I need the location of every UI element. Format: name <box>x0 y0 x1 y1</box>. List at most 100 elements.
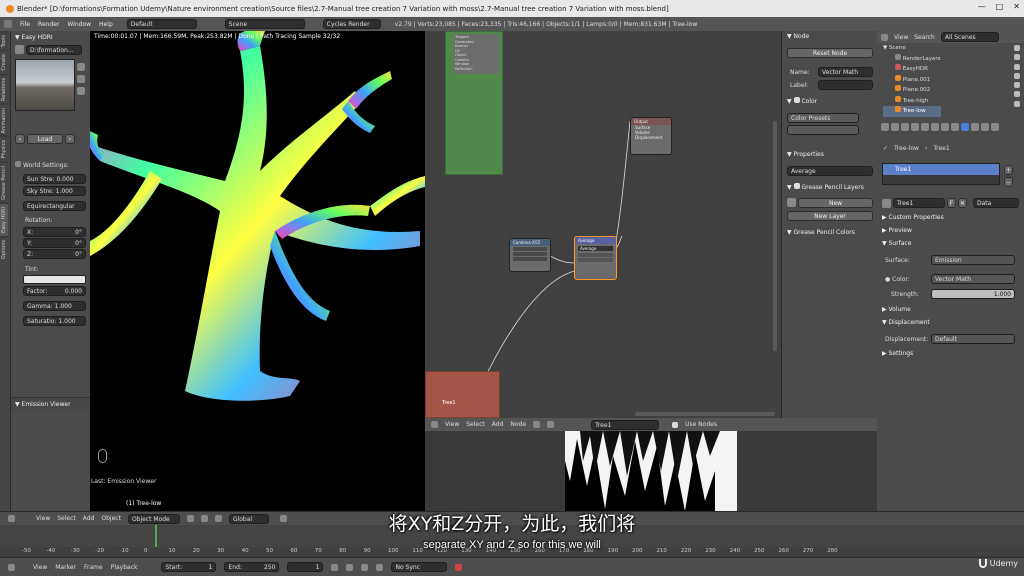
link-data-selector[interactable]: Data <box>973 198 1019 208</box>
shader-type-icon[interactable] <box>533 421 541 428</box>
sun-strength-field[interactable]: Sun Stre: 0.000 <box>23 174 86 184</box>
ne-select-menu[interactable]: Select <box>466 421 485 428</box>
end-frame-field[interactable]: End: 250 <box>224 562 280 572</box>
material-output-node[interactable]: Output Surface Volume Displacement <box>630 117 672 155</box>
tab-tools[interactable]: Tools <box>0 31 8 51</box>
menu-help[interactable]: Help <box>99 21 113 28</box>
red-frame-node[interactable]: Tree1 <box>425 371 500 418</box>
minimize-icon[interactable]: — <box>978 2 986 11</box>
close-icon[interactable]: ✕ <box>1013 2 1020 11</box>
tint-color-swatch[interactable] <box>23 275 86 284</box>
color-checkbox-icon[interactable] <box>793 97 800 103</box>
unlink-button[interactable]: ✕ <box>958 198 967 208</box>
visibility-eye-icon[interactable] <box>1014 72 1020 79</box>
outliner-view-menu[interactable]: View <box>894 34 908 41</box>
menu-file[interactable]: File <box>20 21 30 28</box>
layers-tab-icon[interactable] <box>891 123 899 131</box>
layout-selector[interactable]: Default <box>126 19 197 29</box>
custom-properties-header[interactable]: ▶ Custom Properties <box>882 214 944 221</box>
tab-physics[interactable]: Physics <box>0 136 8 162</box>
ne-material-field[interactable]: Tree1 <box>591 419 660 430</box>
timeline-type-icon[interactable] <box>8 563 15 571</box>
easy-hdri-header[interactable]: ▼ Easy HDRI <box>15 34 53 41</box>
load-button[interactable]: Load <box>27 134 63 144</box>
scene-tab-icon[interactable] <box>901 123 909 131</box>
vector-math-node[interactable]: Average Average <box>574 236 617 280</box>
material-browse-icon[interactable] <box>882 198 891 208</box>
material-name-field[interactable]: Tree1 <box>893 198 945 208</box>
start-frame-field[interactable]: Start: 1 <box>161 562 217 572</box>
menu-render[interactable]: Render <box>38 21 59 28</box>
tl-frame-menu[interactable]: Frame <box>84 564 103 571</box>
jump-start-icon[interactable] <box>331 563 339 571</box>
tab-animation[interactable]: Animation <box>0 103 8 137</box>
green-frame-node[interactable]: Tangent Generated Normal UV Object Camer… <box>445 31 503 175</box>
remove-slot-button[interactable]: − <box>1004 177 1013 187</box>
node-editor[interactable]: Tangent Generated Normal UV Object Camer… <box>425 31 781 418</box>
outliner-item-plane001[interactable]: Plane.001 <box>883 74 941 86</box>
surface-shader-selector[interactable]: Emission <box>931 255 1015 265</box>
node-editor-type-icon[interactable] <box>431 421 438 428</box>
properties-panel-header[interactable]: ▼ Properties <box>787 151 824 158</box>
object-tab-icon[interactable] <box>921 123 929 131</box>
rotation-x-field[interactable]: X: 0° <box>23 227 86 237</box>
visibility-eye-icon[interactable] <box>1014 100 1020 107</box>
gamma-field[interactable]: Gamma: 1.000 <box>23 301 86 311</box>
refresh-icon[interactable] <box>77 63 85 71</box>
next-hdri-button[interactable]: › <box>65 134 75 144</box>
outliner-item-tree-low[interactable]: Tree-low <box>883 106 941 117</box>
node-editor-hscrollbar[interactable] <box>635 412 775 416</box>
node-label-field[interactable] <box>818 80 873 90</box>
maximize-icon[interactable]: □ <box>996 2 1004 11</box>
world-tab-icon[interactable] <box>911 123 919 131</box>
visibility-eye-icon[interactable] <box>1014 54 1020 61</box>
pencil-icon[interactable] <box>787 198 796 207</box>
settings-header[interactable]: ▶ Settings <box>882 350 913 357</box>
visibility-eye-icon[interactable] <box>1014 91 1020 98</box>
world-icon[interactable] <box>77 87 85 95</box>
surface-header[interactable]: ▼ Surface <box>882 240 911 247</box>
tab-relations[interactable]: Relations <box>0 73 8 104</box>
tab-create[interactable]: Create <box>0 50 8 74</box>
tab-options[interactable]: Options <box>0 235 8 262</box>
ne-node-menu[interactable]: Node <box>510 421 526 428</box>
tl-playback-menu[interactable]: Playback <box>111 564 138 571</box>
particles-tab-icon[interactable] <box>981 123 989 131</box>
operation-dropdown[interactable]: Average <box>787 166 873 176</box>
render-tab-icon[interactable] <box>881 123 889 131</box>
projection-selector[interactable]: Equirectangular <box>23 201 86 211</box>
node-editor-scrollbar[interactable] <box>773 121 777 351</box>
current-frame-field[interactable]: 1 <box>287 562 324 572</box>
scene-selector[interactable]: Scene <box>224 19 305 29</box>
color-panel-header[interactable]: ▼ Color <box>787 97 817 105</box>
material-slot-list[interactable]: Tree1 <box>882 163 1000 185</box>
jump-end-icon[interactable] <box>376 563 384 571</box>
new-gp-button[interactable]: New <box>798 198 873 208</box>
outliner-item-renderlayers[interactable]: RenderLayers <box>883 53 941 65</box>
gp-checkbox-icon[interactable] <box>793 183 800 189</box>
3d-viewport[interactable]: Time:00:01.07 | Mem:166.59M, Peak:253.82… <box>90 31 425 511</box>
visibility-eye-icon[interactable] <box>1014 45 1020 51</box>
new-layer-button[interactable]: New Layer <box>787 211 873 221</box>
modifiers-tab-icon[interactable] <box>941 123 949 131</box>
use-nodes-checkbox-icon[interactable] <box>672 421 679 428</box>
combine-xyz-node[interactable]: Combine XYZ <box>509 238 551 272</box>
ne-add-menu[interactable]: Add <box>492 421 504 428</box>
material-tab-icon[interactable] <box>961 123 969 131</box>
sync-selector[interactable]: No Sync <box>391 562 448 572</box>
record-icon[interactable] <box>455 563 463 571</box>
outliner-item-plane002[interactable]: Plane.002 <box>883 85 941 96</box>
fake-user-button[interactable]: F <box>947 198 956 208</box>
pin-icon[interactable]: ✓ <box>883 145 888 152</box>
visibility-eye-icon[interactable] <box>1014 82 1020 89</box>
strength-field[interactable]: 1.000 <box>931 289 1015 299</box>
factor-field[interactable]: Factor: 0.000 <box>23 286 86 296</box>
operation-selector[interactable]: Average <box>578 246 613 251</box>
display-mode-selector[interactable]: All Scenes <box>940 32 999 42</box>
color-swatch[interactable] <box>787 125 859 135</box>
reset-node-button[interactable]: Reset Node <box>787 48 873 58</box>
gp-colors-header[interactable]: ▼ Grease Pencil Colors <box>787 229 855 236</box>
rotation-z-field[interactable]: Z: 0° <box>23 249 86 259</box>
outliner-item-easyhdr[interactable]: EasyHDR <box>883 64 941 75</box>
menu-window[interactable]: Window <box>67 21 91 28</box>
